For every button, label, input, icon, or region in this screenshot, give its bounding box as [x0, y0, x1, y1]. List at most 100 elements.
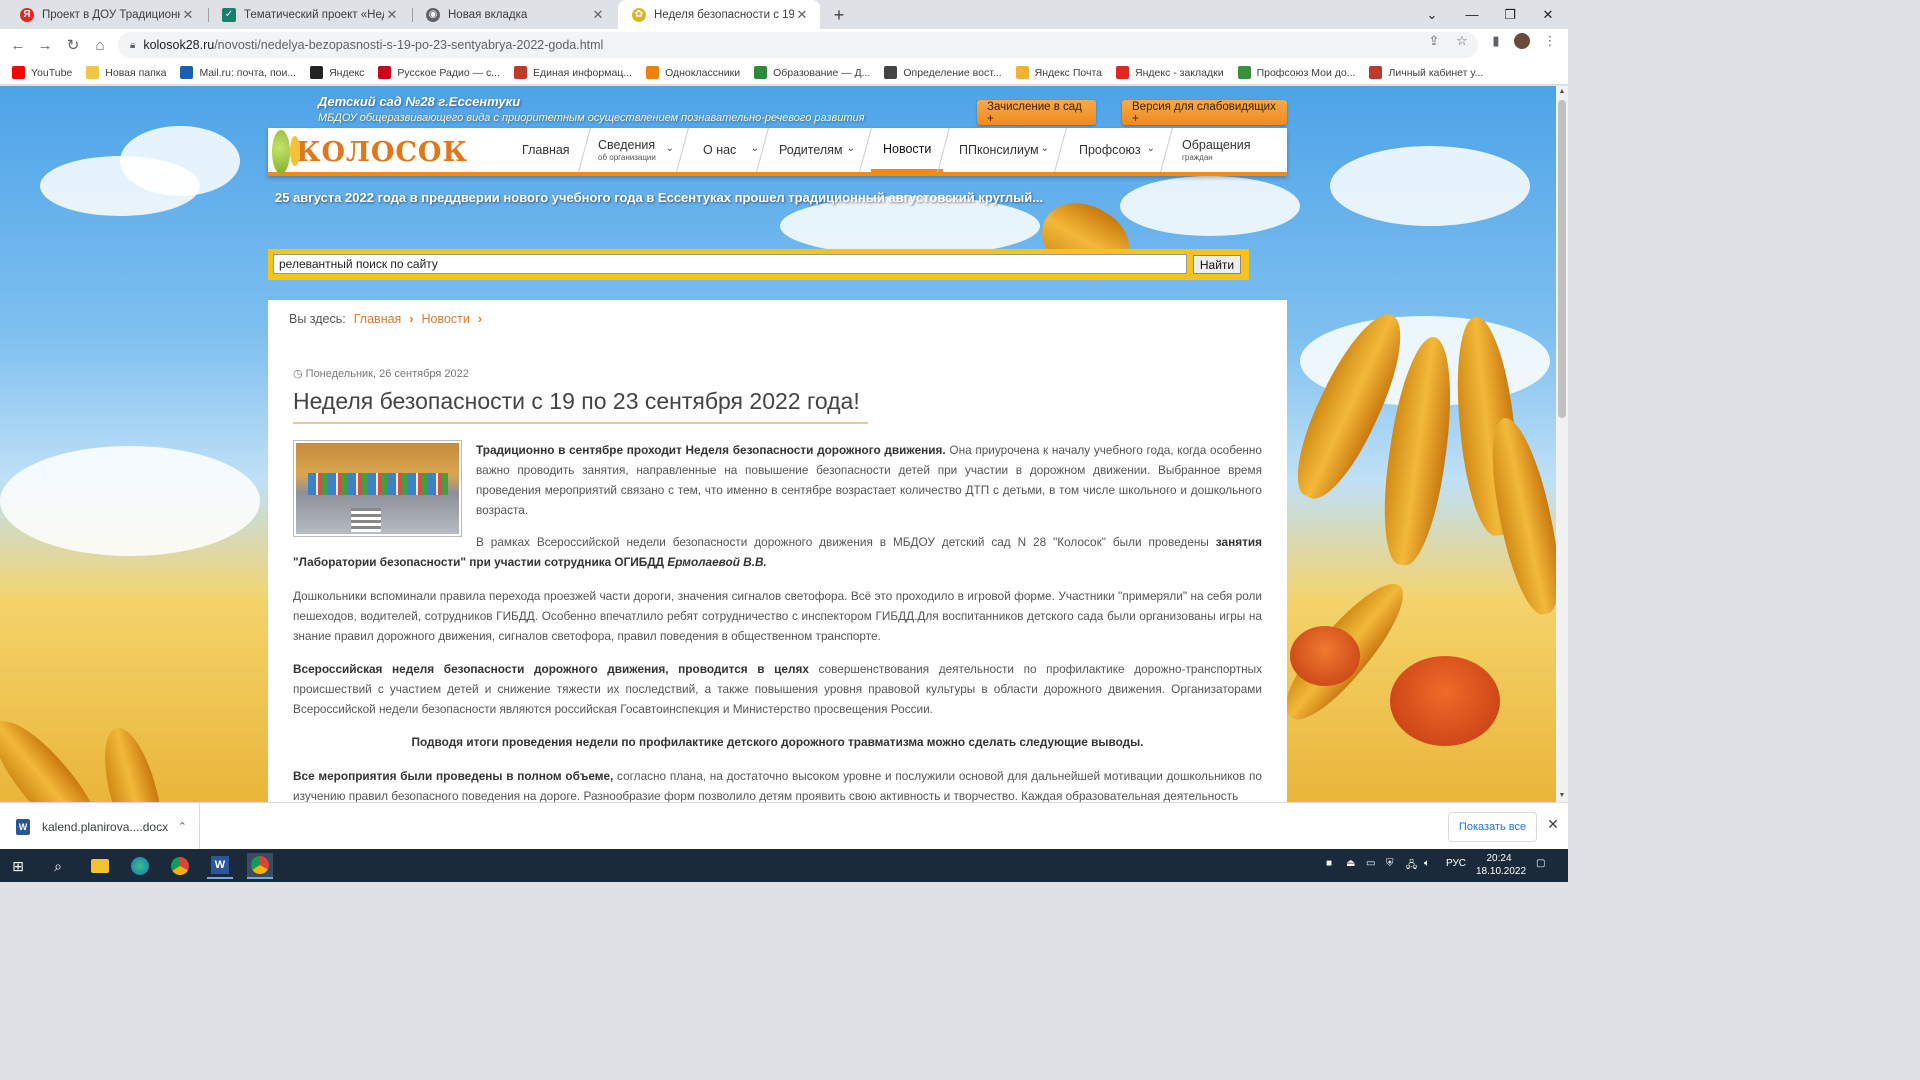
search-icon[interactable]: ⌕ — [45, 853, 71, 879]
bookmark-item[interactable]: Русское Радио — с... — [378, 66, 500, 79]
lock-icon: 🔒︎ — [130, 39, 136, 51]
new-tab-button[interactable]: + — [829, 5, 849, 25]
tray-usb-icon[interactable]: ⏏ — [1346, 858, 1355, 869]
back-icon[interactable]: ← — [6, 33, 30, 57]
profile-avatar[interactable] — [1512, 33, 1532, 52]
nav-news[interactable]: Новости — [871, 128, 943, 172]
tab-new-tab[interactable]: ◉ Новая вкладка ✕ — [412, 0, 616, 29]
bookmark-item[interactable]: Единая информац... — [514, 66, 632, 79]
bookmark-star-icon[interactable]: ☆ — [1452, 33, 1472, 49]
download-item[interactable]: W kalend.planirova....docx ⌃ — [0, 803, 200, 850]
site-subtitle: МБДОУ общеразвивающего вида с приоритетн… — [318, 112, 865, 124]
chevron-down-icon: ⌄ — [1040, 143, 1049, 154]
tray-shield-icon[interactable]: ⛨ — [1386, 858, 1394, 869]
nav-home[interactable]: Главная — [510, 128, 586, 172]
chrome-taskbar-icon[interactable] — [167, 853, 193, 879]
share-icon[interactable]: ⇪ — [1424, 33, 1444, 49]
nav-appeals[interactable]: Обращения граждан — [1170, 128, 1270, 172]
tray-app-icon[interactable]: ■ — [1326, 858, 1332, 869]
notification-icon[interactable]: ▢ — [1536, 858, 1545, 869]
site-search-input[interactable] — [273, 254, 1187, 274]
chrome-active-taskbar-icon[interactable] — [247, 853, 273, 879]
close-icon[interactable]: ✕ — [590, 7, 606, 23]
close-icon[interactable]: ✕ — [794, 7, 810, 23]
scrollbar-thumb[interactable] — [1558, 100, 1566, 418]
close-icon[interactable]: ✕ — [384, 7, 400, 23]
breadcrumb: Вы здесь: Главная › Новости › — [289, 312, 482, 326]
language-indicator[interactable]: РУС — [1446, 858, 1466, 869]
yandex-icon: Я — [20, 7, 34, 22]
search-button[interactable]: Найти — [1193, 255, 1241, 274]
site-logo[interactable]: КОЛОСОК — [268, 128, 468, 176]
nav-about[interactable]: О нас ⌄ — [691, 128, 767, 172]
bookmark-item[interactable]: Профсоюз Мои до... — [1237, 66, 1355, 79]
bookmark-item[interactable]: Новая папка — [86, 66, 166, 79]
address-bar[interactable]: 🔒︎ kolosok28.ru/novosti/nedelya-bezopasn… — [118, 32, 1478, 58]
close-icon[interactable]: ✕ — [180, 7, 196, 23]
nav-label: Обращения — [1182, 138, 1251, 152]
tray-network-icon[interactable]: 🖧︎ — [1406, 858, 1417, 875]
windows-start-icon[interactable]: ⊞ — [5, 853, 31, 879]
menu-icon[interactable]: ⋮ — [1540, 33, 1560, 49]
nav-info[interactable]: Сведения об организации ⌄ — [586, 128, 682, 172]
home-icon[interactable]: ⌂ — [88, 33, 112, 57]
bookmark-favicon-icon — [310, 66, 324, 79]
bookmark-favicon-icon — [12, 66, 25, 79]
title-underline — [293, 422, 868, 424]
page-viewport: Детский сад №28 г.Ессентуки МБДОУ общера… — [0, 86, 1556, 802]
forward-icon[interactable]: → — [33, 33, 57, 57]
enroll-button[interactable]: Зачисление в сад + — [977, 100, 1096, 125]
tab-thematic-project[interactable]: ✓ Тематический проект «Неделя ✕ — [208, 0, 410, 29]
nav-sublabel: граждан — [1182, 153, 1213, 162]
side-panel-icon[interactable]: ▮ — [1486, 33, 1506, 49]
show-all-downloads-button[interactable]: Показать все — [1448, 812, 1537, 842]
article-photo[interactable] — [293, 440, 462, 537]
taskbar-clock[interactable]: 20:24 18.10.2022 — [1476, 852, 1527, 878]
tab-search-icon[interactable]: ⌄ — [1412, 0, 1452, 29]
file-explorer-icon[interactable] — [87, 853, 113, 879]
bookmark-label: YouTube — [31, 66, 73, 79]
chevron-right-icon: › — [409, 312, 414, 326]
bookmark-item[interactable]: Mail.ru: почта, пои... — [180, 66, 296, 79]
tab-project[interactable]: Я Проект в ДОУ Традиционно в с ✕ — [6, 0, 206, 29]
bookmark-item[interactable]: Яндекс — [310, 66, 364, 79]
tray-volume-icon[interactable]: 🔈︎ — [1424, 858, 1430, 869]
bookmark-label: Яндекс — [329, 66, 365, 79]
scroll-down-icon[interactable]: ▼ — [1556, 790, 1568, 802]
article-date: ◷ Понедельник, 26 сентября 2022 — [293, 368, 469, 380]
news-ticker[interactable]: 25 августа 2022 года в преддверии нового… — [275, 190, 1043, 205]
breadcrumb-home[interactable]: Главная — [354, 312, 402, 326]
tray-battery-icon[interactable]: ▭ — [1366, 858, 1375, 869]
word-taskbar-icon[interactable]: W — [207, 853, 233, 879]
bookmark-favicon-icon — [378, 66, 392, 79]
nav-parents[interactable]: Родителям ⌄ — [767, 128, 863, 172]
bookmark-item[interactable]: Образование — Д... — [754, 66, 870, 79]
close-window-icon[interactable]: ✕ — [1528, 0, 1568, 29]
clock-date: 18.10.2022 — [1476, 866, 1527, 877]
bookmark-item[interactable]: YouTube — [12, 66, 72, 79]
tab-active-article[interactable]: ✿ Неделя безопасности с 19 по 23 ✕ — [618, 0, 820, 29]
bookmark-item[interactable]: Личный кабинет у... — [1369, 66, 1483, 79]
minimize-icon[interactable]: — — [1452, 0, 1492, 29]
restore-icon[interactable]: ❐ — [1490, 0, 1530, 29]
chrome-icon: ◉ — [426, 7, 440, 22]
chevron-down-icon: ⌄ — [1146, 143, 1155, 154]
page-scrollbar[interactable]: ▲ ▼ — [1556, 86, 1568, 802]
scroll-up-icon[interactable]: ▲ — [1556, 86, 1568, 98]
chevron-down-icon: ⌄ — [665, 143, 674, 154]
nav-consilium[interactable]: ППконсилиум ⌄ — [947, 128, 1057, 172]
close-icon[interactable]: ✕ — [1545, 816, 1561, 836]
bookmark-favicon-icon — [646, 66, 660, 79]
breadcrumb-news[interactable]: Новости — [421, 312, 469, 326]
article-content: Вы здесь: Главная › Новости › ◷ Понедель… — [268, 300, 1287, 802]
nav-trade-union[interactable]: Профсоюз ⌄ — [1067, 128, 1163, 172]
edge-icon[interactable] — [127, 853, 153, 879]
chevron-up-icon[interactable]: ⌃ — [178, 820, 187, 833]
reload-icon[interactable]: ↻ — [61, 33, 85, 57]
bookmark-item[interactable]: Определение вост... — [884, 66, 1002, 79]
bookmark-item[interactable]: Яндекс Почта — [1015, 66, 1102, 79]
accessibility-version-button[interactable]: Версия для слабовидящих + — [1122, 100, 1287, 125]
bookmark-item[interactable]: Одноклассники — [646, 66, 740, 79]
bookmark-label: Русское Радио — с... — [397, 66, 501, 79]
bookmark-item[interactable]: Яндекс - закладки — [1116, 66, 1224, 79]
